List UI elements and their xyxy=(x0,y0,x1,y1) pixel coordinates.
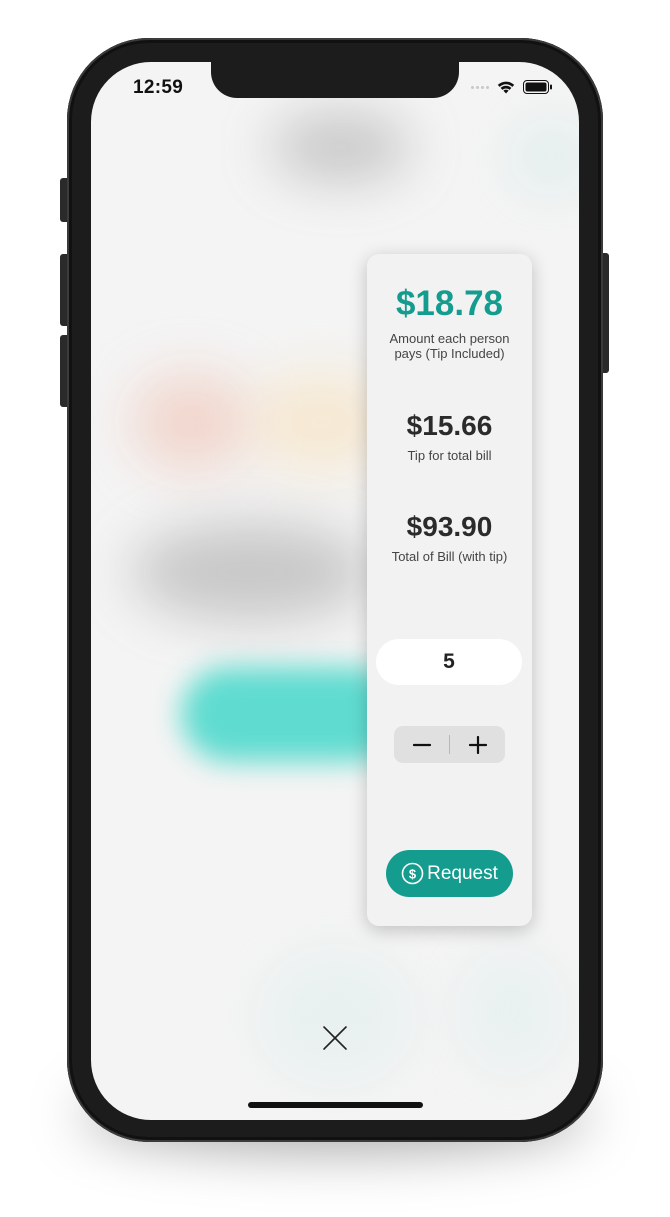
dollar-circle-icon: $ xyxy=(401,862,424,885)
people-stepper xyxy=(394,726,505,763)
close-icon xyxy=(323,1026,347,1050)
request-button[interactable]: $ Request xyxy=(386,850,513,897)
battery-icon xyxy=(523,80,552,94)
notch xyxy=(211,62,459,98)
decrement-button[interactable] xyxy=(394,726,449,763)
device-frame: 12:59 $18.78 Amount each person pays (Ti… xyxy=(0,0,670,1217)
tip-label: Tip for total bill xyxy=(407,448,492,463)
per-person-label: Amount each person pays (Tip Included) xyxy=(389,331,510,361)
home-indicator[interactable] xyxy=(248,1102,423,1108)
blurred-background-element xyxy=(261,952,411,1082)
status-time: 12:59 xyxy=(133,77,184,98)
blurred-background-element xyxy=(511,122,579,192)
blurred-background-element xyxy=(461,952,561,1072)
svg-text:$: $ xyxy=(409,866,417,881)
total-amount: $93.90 xyxy=(406,511,493,542)
blurred-background-element xyxy=(271,112,411,182)
tip-summary-card: $18.78 Amount each person pays (Tip Incl… xyxy=(367,254,532,926)
close-button[interactable] xyxy=(320,1023,350,1053)
blurred-background-element xyxy=(131,372,251,472)
blurred-background-element xyxy=(131,522,371,622)
per-person-amount: $18.78 xyxy=(395,284,504,323)
status-icons xyxy=(471,80,553,94)
cellular-signal-icon xyxy=(471,85,489,89)
request-button-label: Request xyxy=(427,862,498,884)
increment-button[interactable] xyxy=(450,726,505,763)
plus-icon xyxy=(468,735,487,754)
app-screen: 12:59 $18.78 Amount each person pays (Ti… xyxy=(91,62,579,1120)
wifi-icon xyxy=(497,81,515,94)
minus-icon xyxy=(412,743,431,746)
tip-amount: $15.66 xyxy=(406,410,493,441)
total-label: Total of Bill (with tip) xyxy=(391,549,508,564)
people-count-field[interactable]: 5 xyxy=(376,639,522,685)
